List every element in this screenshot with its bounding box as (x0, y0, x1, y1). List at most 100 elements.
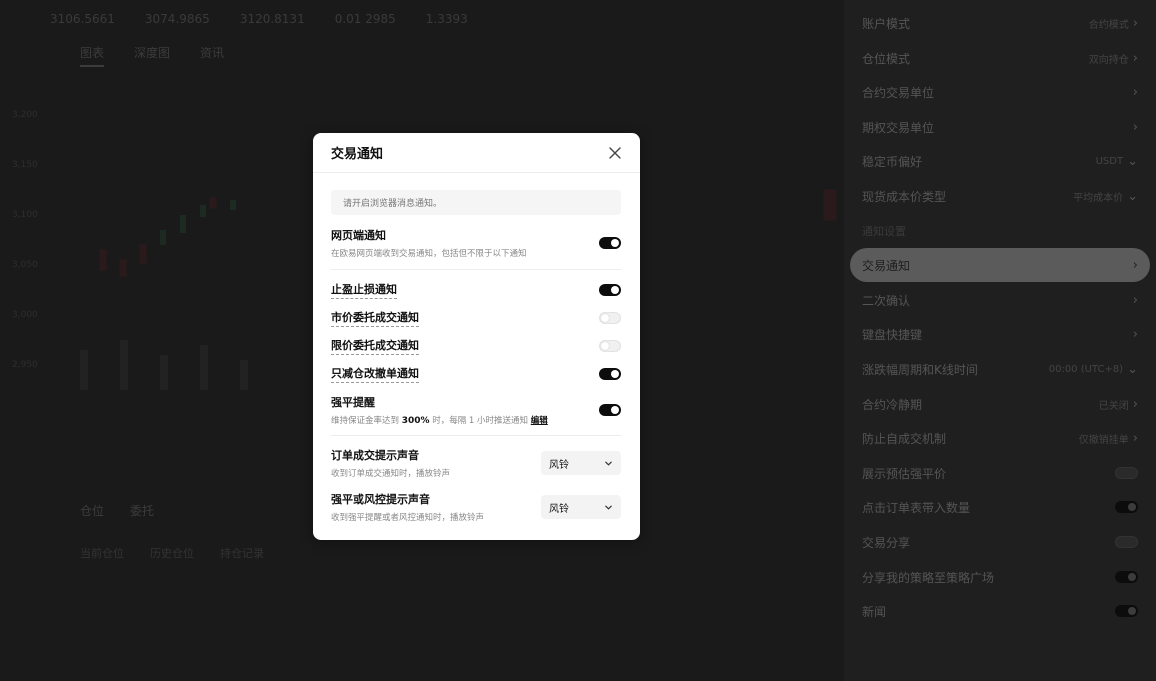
settings-toggle[interactable] (1115, 501, 1138, 513)
settings-value-text: 00:00 (UTC+8) (1048, 363, 1124, 375)
settings-toggle[interactable] (1115, 605, 1138, 617)
risk-sound-select[interactable]: 风铃 (541, 495, 621, 519)
tab-current-positions[interactable]: 当前仓位 (80, 545, 124, 561)
settings-row[interactable]: 点击订单表带入数量 (844, 490, 1156, 524)
axis-label: 2,950 (12, 360, 38, 370)
settings-row[interactable]: 交易分享 (844, 525, 1156, 559)
tab-positions[interactable]: 仓位 (80, 502, 104, 519)
chevron-right-icon: › (1132, 50, 1138, 66)
settings-row-label: 交易分享 (862, 535, 911, 550)
order-sound-title: 订单成交提示声音 (331, 449, 419, 462)
settings-row[interactable]: 仓位模式 双向持仓 › (844, 41, 1156, 75)
liquidation-toggle[interactable] (599, 404, 621, 416)
ticker-value: 0.01 2985 (334, 12, 396, 26)
chevron-right-icon: › (1132, 292, 1138, 308)
web-notify-desc: 在欧易网页端收到交易通知，包括但不限于以下通知 (331, 249, 527, 259)
settings-row[interactable]: 稳定币偏好 USDT ⌄ (844, 144, 1156, 178)
ticker-value: 1.3393 (425, 12, 468, 26)
settings-panel: 账户模式 合约模式 › 仓位模式 双向持仓 › 合约交易单位 › 期权交易单位 › 稳定币偏好 USD… (844, 0, 1156, 681)
settings-row-label: 防止自成交机制 (862, 431, 947, 446)
chevron-right-icon: › (1132, 326, 1138, 342)
close-icon[interactable] (608, 146, 622, 160)
settings-row[interactable]: 涨跌幅周期和K线时间 00:00 (UTC+8) ⌄ (844, 352, 1156, 386)
market-fill-notify-label: 市价委托成交通知 (331, 309, 419, 327)
settings-toggle[interactable] (1115, 536, 1138, 548)
liquidation-desc-suffix: 时，每隔 1 小时推送通知 (432, 416, 529, 426)
divider (331, 435, 621, 436)
settings-row-value: 合约模式 › (1089, 16, 1138, 31)
settings-row-label: 仓位模式 (862, 51, 911, 66)
settings-row[interactable]: 现货成本价类型 平均成本价 ⌄ (844, 179, 1156, 213)
settings-toggle[interactable] (1115, 467, 1138, 479)
web-notify-toggle[interactable] (599, 237, 621, 249)
edit-link[interactable]: 编辑 (531, 416, 548, 426)
axis-label: 3,000 (12, 310, 38, 320)
settings-row[interactable]: 新闻 (844, 594, 1156, 628)
settings-row-value: 平均成本价 ⌄ (1073, 189, 1138, 204)
settings-row[interactable]: 二次确认 › (844, 283, 1156, 317)
settings-toggle[interactable] (1115, 571, 1138, 583)
settings-row[interactable]: 期权交易单位 › (844, 110, 1156, 144)
settings-value-text: 已关闭 (1098, 400, 1129, 412)
axis-label: 3,050 (12, 260, 38, 270)
settings-row-label: 涨跌幅周期和K线时间 (862, 362, 978, 377)
settings-row-value: › (1133, 293, 1138, 308)
settings-row-label: 合约冷静期 (862, 397, 923, 412)
settings-value-text: USDT (1095, 155, 1124, 167)
settings-row[interactable]: 账户模式 合约模式 › (844, 6, 1156, 40)
risk-sound-desc: 收到强平提醒或者风控通知时，播放铃声 (331, 513, 485, 523)
position-tabs: 当前仓位 历史仓位 持仓记录 (80, 545, 264, 561)
tab-news[interactable]: 资讯 (200, 44, 224, 67)
web-notify-row: 网页端通知 在欧易网页端收到交易通知，包括但不限于以下通知 (331, 227, 621, 259)
settings-row[interactable]: 防止自成交机制 仅撤销挂单 › (844, 421, 1156, 455)
tp-sl-notify-toggle[interactable] (599, 284, 621, 296)
settings-row-label: 新闻 (862, 604, 887, 619)
axis-label: 3,150 (12, 160, 38, 170)
settings-row-value: › (1133, 258, 1138, 273)
market-fill-notify-toggle[interactable] (599, 312, 621, 324)
settings-value-text: 平均成本价 (1073, 192, 1124, 204)
reduce-only-notify-label: 只减仓改撤单通知 (331, 365, 419, 383)
tab-depth[interactable]: 深度图 (134, 44, 170, 67)
settings-row-value: 双向持仓 › (1089, 51, 1138, 66)
chart-tabs: 图表 深度图 资讯 (80, 44, 224, 67)
liquidation-title: 强平提醒 (331, 396, 375, 409)
order-sound-row: 订单成交提示声音 收到订单成交通知时，播放铃声 风铃 (331, 447, 621, 479)
settings-row-value: USDT ⌄ (1096, 154, 1138, 169)
browser-permission-notice: 请开启浏览器消息通知。 (331, 190, 621, 215)
tp-sl-notify-label: 止盈止损通知 (331, 281, 397, 299)
notify-item-row: 市价委托成交通知 (331, 309, 621, 327)
settings-row-value: 已关闭 › (1099, 397, 1138, 412)
tab-position-history[interactable]: 历史仓位 (150, 545, 194, 561)
order-sound-desc: 收到订单成交通知时，播放铃声 (331, 469, 451, 479)
trade-notification-modal: 交易通知 请开启浏览器消息通知。 网页端通知 在欧易网页端收到交易通知，包括但不… (313, 133, 640, 540)
reduce-only-notify-toggle[interactable] (599, 368, 621, 380)
settings-row-label: 分享我的策略至策略广场 (862, 570, 995, 585)
settings-row-value: › (1133, 327, 1138, 342)
settings-row-label: 期权交易单位 (862, 120, 935, 135)
liquidation-desc: 维持保证金率达到 300% 时，每隔 1 小时推送通知 编辑 (331, 414, 548, 426)
notify-item-row: 止盈止损通知 (331, 281, 621, 299)
limit-fill-notify-toggle[interactable] (599, 340, 621, 352)
order-sound-select[interactable]: 风铃 (541, 451, 621, 475)
settings-row[interactable]: 展示预估强平价 (844, 456, 1156, 490)
tab-chart[interactable]: 图表 (80, 44, 105, 67)
settings-row-label: 键盘快捷键 (862, 327, 923, 342)
settings-row-label: 合约交易单位 (862, 85, 935, 100)
settings-row[interactable]: 合约交易单位 › (844, 75, 1156, 109)
settings-value-text: 双向持仓 (1088, 54, 1129, 66)
ticker-value: 3074.9865 (144, 12, 210, 26)
tab-orders[interactable]: 委托 (130, 502, 154, 519)
chevron-down-icon (605, 461, 612, 466)
settings-row-label: 通知设置 (862, 225, 906, 238)
settings-row[interactable]: 键盘快捷键 › (844, 317, 1156, 351)
ticker-bar: 3106.5661 3074.9865 3120.8131 0.01 2985 … (0, 0, 844, 40)
chevron-down-icon: ⌄ (1127, 361, 1138, 377)
settings-row: 通知设置 (844, 214, 1156, 248)
settings-value-text: 合约模式 (1088, 19, 1129, 31)
tab-holding-records[interactable]: 持仓记录 (220, 545, 264, 561)
chevron-right-icon: › (1132, 119, 1138, 135)
settings-row[interactable]: 分享我的策略至策略广场 (844, 560, 1156, 594)
settings-row[interactable]: 交易通知 › (850, 248, 1150, 282)
settings-row[interactable]: 合约冷静期 已关闭 › (844, 387, 1156, 421)
